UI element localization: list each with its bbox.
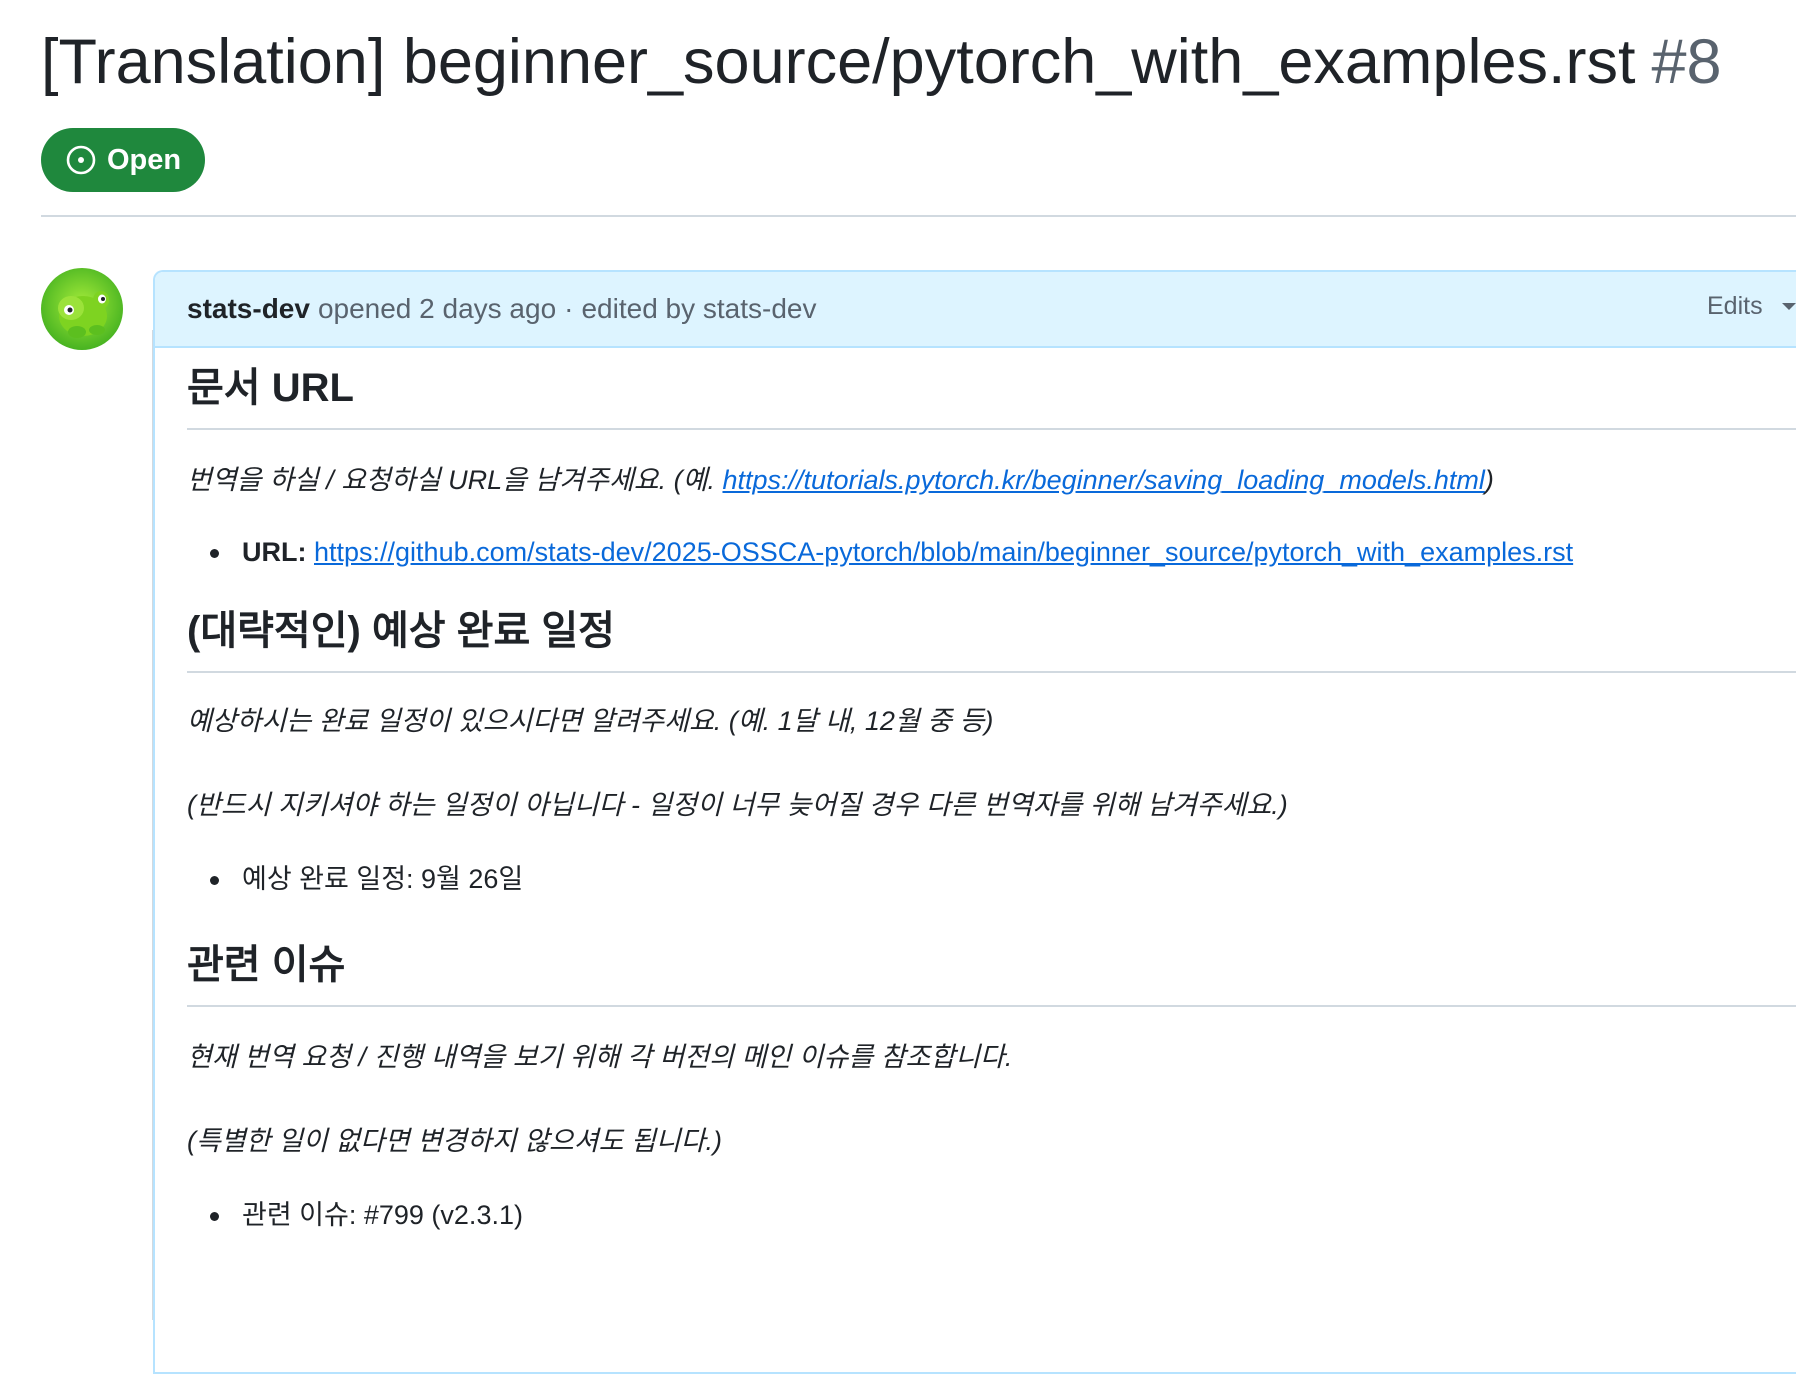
issue-opened-icon	[66, 145, 96, 175]
status-badge: Open	[41, 128, 206, 192]
comment-header: stats-dev opened 2 days ago · edited by …	[155, 272, 1796, 348]
avatar-frog-icon	[41, 268, 123, 350]
section-heading-schedule: (대략적인) 예상 완료 일정	[187, 605, 1796, 673]
doc-url-description-suffix: )	[1484, 465, 1494, 495]
section-heading-doc-url: 문서 URL	[187, 362, 1796, 430]
issue-title: [Translation] beginner_source/pytorch_wi…	[41, 22, 1722, 102]
comment-body: 문서 URL 번역을 하실 / 요청하실 URL을 남겨주세요. (예. htt…	[187, 362, 1796, 1235]
list-item: 예상 완료 일정: 9월 26일	[187, 859, 1796, 899]
comment-time[interactable]: 2 days ago	[419, 293, 556, 325]
doc-url-list: URL: https://github.com/stats-dev/2025-O…	[187, 532, 1796, 572]
issue-page: [Translation] beginner_source/pytorch_wi…	[41, 0, 1796, 1374]
avatar[interactable]	[41, 268, 123, 350]
example-url-link[interactable]: https://tutorials.pytorch.kr/beginner/sa…	[722, 465, 1484, 495]
issue-title-text: [Translation] beginner_source/pytorch_wi…	[41, 27, 1636, 97]
issue-body-comment: stats-dev opened 2 days ago · edited by …	[153, 270, 1796, 1374]
doc-url-description-prefix: 번역을 하실 / 요청하실 URL을 남겨주세요. (예.	[187, 465, 723, 495]
related-description-1: 현재 번역 요청 / 진행 내역을 보기 위해 각 버전의 메인 이슈를 참조합…	[187, 1042, 1013, 1072]
url-item-link[interactable]: https://github.com/stats-dev/2025-OSSCA-…	[314, 537, 1573, 567]
issue-number: #8	[1651, 27, 1722, 97]
comment-separator: ·	[564, 293, 574, 324]
list-item: URL: https://github.com/stats-dev/2025-O…	[187, 532, 1796, 572]
edits-dropdown-button[interactable]: Edits	[1707, 292, 1796, 321]
schedule-description-2: (반드시 지키셔야 하는 일정이 아닙니다 - 일정이 너무 늦어질 경우 다른…	[187, 790, 1288, 820]
list-item: 관련 이슈: #799 (v2.3.1)	[187, 1195, 1796, 1235]
url-item-label: URL:	[242, 537, 307, 567]
comment-action: opened	[317, 293, 412, 324]
header-divider	[41, 215, 1796, 217]
schedule-list: 예상 완료 일정: 9월 26일	[187, 859, 1796, 899]
edits-label: Edits	[1707, 292, 1763, 320]
status-badge-label: Open	[107, 143, 182, 176]
doc-url-description: 번역을 하실 / 요청하실 URL을 남겨주세요. (예. https://tu…	[187, 460, 1796, 500]
comment-edited-text: edited by stats-dev	[581, 293, 817, 324]
comment-author-link[interactable]: stats-dev	[187, 293, 310, 325]
related-description-2: (특별한 일이 없다면 변경하지 않으셔도 됩니다.)	[187, 1126, 722, 1156]
caret-down-icon	[1781, 302, 1796, 310]
schedule-description-1: 예상하시는 완료 일정이 있으시다면 알려주세요. (예. 1달 내, 12월 …	[187, 706, 994, 736]
section-heading-related-issues: 관련 이슈	[187, 939, 1796, 1007]
related-list: 관련 이슈: #799 (v2.3.1)	[187, 1195, 1796, 1235]
